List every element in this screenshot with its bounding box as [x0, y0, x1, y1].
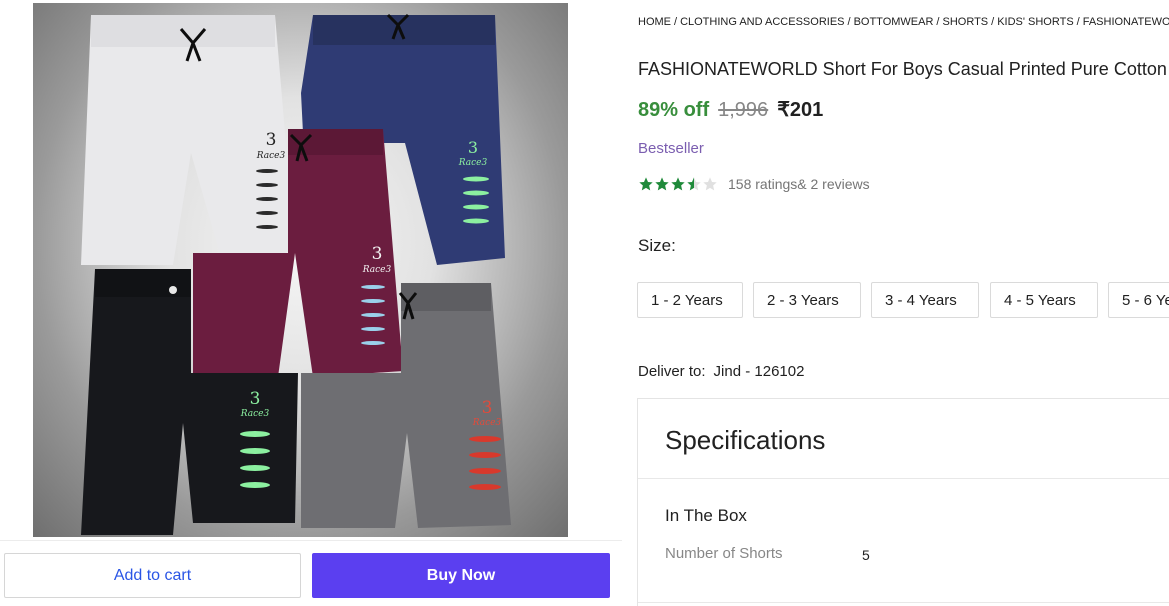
size-option[interactable]: 2 - 3 Years: [753, 282, 861, 318]
divider: [638, 602, 1169, 603]
star-half-icon: [687, 177, 701, 191]
specifications-title: Specifications: [665, 425, 826, 455]
breadcrumb-home[interactable]: HOME: [638, 16, 671, 28]
discount-percent: 89% off: [638, 99, 710, 121]
svg-text:3: 3: [468, 138, 478, 157]
spec-key: Number of Shorts: [665, 545, 783, 562]
star-full-icon: [671, 177, 685, 191]
breadcrumb-kids-shorts[interactable]: KIDS' SHORTS: [997, 16, 1073, 28]
action-bar: Add to cart Buy Now: [0, 540, 622, 606]
ratings-count: 158 ratings: [728, 176, 798, 192]
star-full-icon: [655, 177, 669, 191]
svg-text:Race3: Race3: [472, 418, 502, 428]
rating-row[interactable]: 158 ratings & 2 reviews: [638, 176, 870, 192]
delivery-info[interactable]: Deliver to: Jind - 126102: [638, 363, 804, 380]
breadcrumb-separator: /: [1076, 16, 1080, 28]
size-option[interactable]: 5 - 6 Years: [1108, 282, 1169, 318]
selling-price: ₹201: [777, 99, 824, 121]
white-shorts: 3 Race3: [81, 15, 295, 265]
deliver-label: Deliver to:: [638, 363, 706, 380]
buy-now-button[interactable]: Buy Now: [312, 553, 610, 598]
svg-text:Race3: Race3: [362, 265, 392, 275]
breadcrumb-separator: /: [991, 16, 995, 28]
size-options: 1 - 2 Years 2 - 3 Years 3 - 4 Years 4 - …: [637, 282, 1169, 319]
star-empty-icon: [703, 177, 717, 191]
product-image[interactable]: 3 Race3 3 Race3 3 Race3 3 Race3 3 Race3: [33, 3, 568, 537]
delivery-location: Jind - 126102: [713, 363, 805, 380]
price-row: 89% off 1,996 ₹201: [638, 97, 823, 122]
divider: [638, 478, 1169, 479]
breadcrumb-brand[interactable]: FASHIONATEWORLD: [1083, 16, 1169, 28]
original-price: 1,996: [718, 99, 769, 121]
breadcrumb-bottomwear[interactable]: BOTTOMWEAR: [854, 16, 934, 28]
size-option[interactable]: 3 - 4 Years: [871, 282, 979, 318]
breadcrumb: HOME / CLOTHING AND ACCESSORIES / BOTTOMWEAR…: [638, 16, 1169, 28]
add-to-cart-button[interactable]: Add to cart: [4, 553, 301, 598]
star-rating: [638, 176, 718, 192]
reviews-count: & 2 reviews: [797, 176, 870, 192]
spec-section-title: In The Box: [665, 506, 747, 525]
star-full-icon: [639, 177, 653, 191]
svg-text:Race3: Race3: [458, 158, 488, 168]
svg-text:3: 3: [482, 398, 493, 418]
breadcrumb-separator: /: [847, 16, 851, 28]
breadcrumb-clothing[interactable]: CLOTHING AND ACCESSORIES: [680, 16, 844, 28]
svg-text:Race3: Race3: [256, 151, 286, 161]
product-title: FASHIONATEWORLD Short For Boys Casual Pr…: [638, 59, 1167, 79]
size-label: Size:: [638, 236, 676, 255]
svg-text:3: 3: [266, 130, 277, 150]
specifications-panel: Specifications In The Box Number of Shor…: [637, 398, 1169, 606]
svg-text:3: 3: [250, 389, 261, 409]
size-option[interactable]: 4 - 5 Years: [990, 282, 1098, 318]
size-option[interactable]: 1 - 2 Years: [637, 282, 743, 318]
svg-text:3: 3: [372, 244, 383, 264]
svg-text:Race3: Race3: [240, 409, 270, 419]
breadcrumb-shorts[interactable]: SHORTS: [942, 16, 988, 28]
shorts-illustration: 3 Race3 3 Race3 3 Race3 3 Race3 3 Race3: [81, 13, 511, 535]
breadcrumb-separator: /: [674, 16, 678, 28]
breadcrumb-separator: /: [936, 16, 940, 28]
spec-value: 5: [862, 547, 870, 563]
bestseller-badge: Bestseller: [638, 140, 704, 157]
